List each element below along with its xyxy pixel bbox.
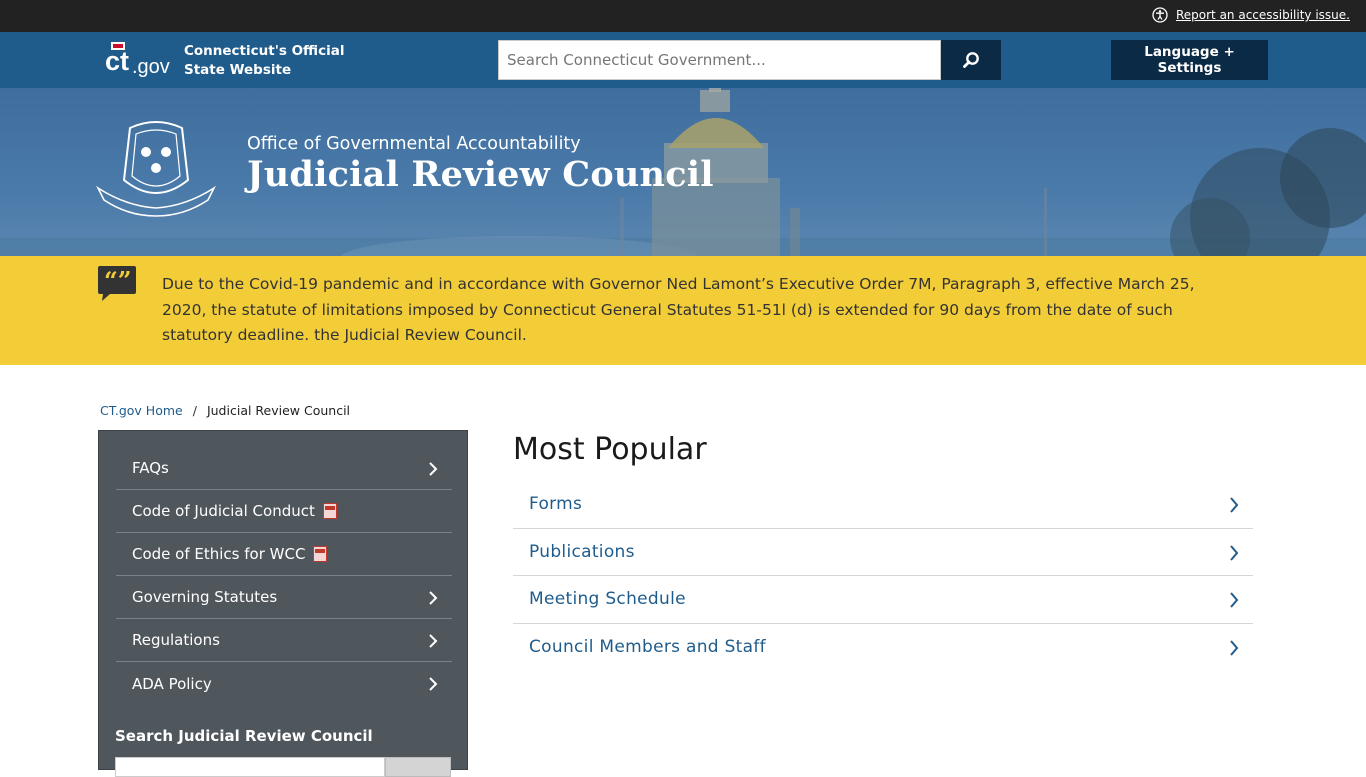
popular-link-label: Council Members and Staff: [529, 637, 766, 658]
agency-subtitle: Office of Governmental Accountability: [247, 134, 581, 154]
sidebar-item-faqs[interactable]: FAQs: [116, 447, 452, 490]
svg-text:.gov: .gov: [132, 56, 170, 78]
svg-text:ct: ct: [105, 46, 129, 76]
site-title-line2: State Website: [184, 62, 292, 78]
pdf-icon: [322, 503, 337, 519]
site-header: ct .gov Connecticut's Official State Web…: [0, 32, 1366, 88]
alert-message: Due to the Covid-19 pandemic and in acco…: [162, 275, 1195, 344]
covid-alert-banner: “” Due to the Covid-19 pandemic and in a…: [0, 256, 1366, 365]
accessibility-report-label: Report an accessibility issue.: [1175, 8, 1350, 22]
pdf-icon: [313, 546, 328, 562]
utility-bar: Report an accessibility issue.: [0, 0, 1366, 32]
side-search-input[interactable]: [115, 757, 385, 777]
chevron-right-icon: [429, 634, 438, 648]
sidebar-item-label: Code of Ethics for WCC: [132, 545, 306, 563]
quote-icon: “”: [98, 266, 136, 301]
state-seal-logo: [96, 121, 216, 217]
site-title-line1: Connecticut's Official: [184, 43, 345, 59]
chevron-right-icon: [1230, 639, 1239, 656]
site-search-input[interactable]: [498, 40, 941, 80]
agency-banner: Office of Governmental Accountability Ju…: [0, 88, 1366, 256]
side-nav-list: FAQs Code of Judicial Conduct Code of Et…: [116, 447, 452, 705]
sidebar-item-ada-policy[interactable]: ADA Policy: [116, 662, 452, 705]
sidebar-item-regulations[interactable]: Regulations: [116, 619, 452, 662]
sidebar-item-label: Governing Statutes: [132, 588, 278, 606]
sidebar-item-code-of-ethics-wcc[interactable]: Code of Ethics for WCC: [116, 533, 452, 576]
popular-link-publications[interactable]: Publications: [513, 529, 1253, 576]
accessibility-icon: [1152, 7, 1168, 23]
breadcrumb-separator: /: [192, 403, 197, 418]
ctgov-logo[interactable]: ct .gov: [104, 40, 172, 80]
site-search: [498, 40, 1001, 80]
sidebar-item-label: Code of Judicial Conduct: [132, 502, 315, 520]
popular-link-label: Meeting Schedule: [529, 589, 686, 610]
site-title: Connecticut's Official State Website: [184, 42, 344, 80]
popular-link-label: Forms: [529, 494, 583, 515]
sidebar-item-label: FAQs: [132, 459, 169, 477]
sidebar-item-code-of-judicial-conduct[interactable]: Code of Judicial Conduct: [116, 490, 452, 533]
popular-link-meeting-schedule[interactable]: Meeting Schedule: [513, 576, 1253, 624]
chevron-right-icon: [429, 591, 438, 605]
chevron-right-icon: [429, 677, 438, 691]
most-popular-list: Forms Publications Meeting Schedule Coun…: [513, 481, 1253, 671]
popular-link-forms[interactable]: Forms: [513, 481, 1253, 529]
chevron-right-icon: [429, 462, 438, 476]
side-search-button[interactable]: [385, 757, 451, 777]
site-search-button[interactable]: [941, 40, 1001, 80]
svg-text:“”: “”: [104, 266, 132, 295]
sidebar-item-label: ADA Policy: [132, 674, 212, 693]
most-popular-heading: Most Popular: [513, 432, 707, 467]
language-settings-button[interactable]: Language + Settings: [1111, 40, 1268, 80]
chevron-right-icon: [1230, 497, 1239, 513]
sidebar-item-governing-statutes[interactable]: Governing Statutes: [116, 576, 452, 619]
search-icon: [963, 52, 979, 68]
sidebar-item-label: Regulations: [132, 631, 220, 649]
side-navigation: FAQs Code of Judicial Conduct Code of Et…: [98, 430, 468, 777]
chevron-right-icon: [1230, 592, 1239, 608]
breadcrumb-home-link[interactable]: CT.gov Home: [100, 403, 183, 418]
agency-title: Judicial Review Council: [247, 154, 714, 195]
breadcrumb: CT.gov Home / Judicial Review Council: [100, 403, 350, 418]
chevron-right-icon: [1230, 544, 1239, 561]
popular-link-council-members[interactable]: Council Members and Staff: [513, 624, 1253, 672]
breadcrumb-current: Judicial Review Council: [206, 403, 351, 418]
side-search-label: Search Judicial Review Council: [115, 727, 373, 745]
accessibility-report-link[interactable]: Report an accessibility issue.: [1152, 7, 1350, 23]
popular-link-label: Publications: [529, 541, 635, 562]
